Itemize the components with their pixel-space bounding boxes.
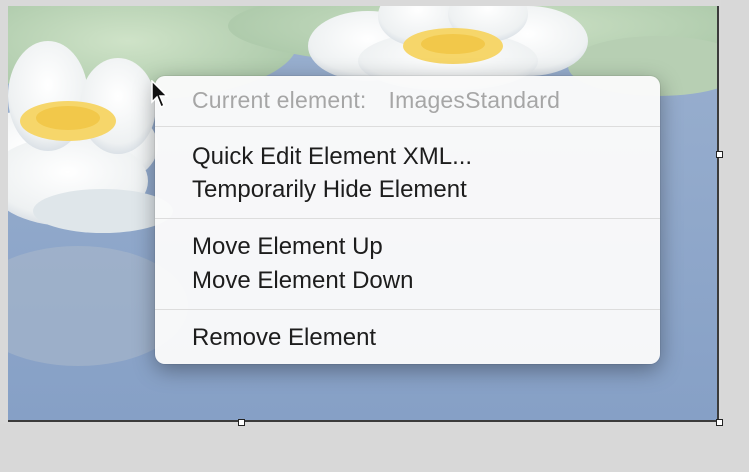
menu-item-move-up[interactable]: Move Element Up bbox=[155, 230, 660, 264]
resize-handle-bottom[interactable] bbox=[238, 419, 245, 426]
current-element-label: Current element: bbox=[192, 87, 367, 113]
resize-handle-bottom-right[interactable] bbox=[716, 419, 723, 426]
menu-item-quick-edit-xml[interactable]: Quick Edit Element XML... bbox=[155, 140, 660, 174]
menu-separator bbox=[155, 309, 660, 310]
resize-handle-right[interactable] bbox=[716, 151, 723, 158]
menu-item-move-down[interactable]: Move Element Down bbox=[155, 264, 660, 298]
menu-item-temporarily-hide[interactable]: Temporarily Hide Element bbox=[155, 173, 660, 207]
context-menu: Current element: ImagesStandard Quick Edi… bbox=[155, 76, 660, 364]
menu-separator bbox=[155, 218, 660, 219]
mouse-pointer-icon bbox=[150, 79, 170, 115]
menu-separator bbox=[155, 126, 660, 127]
menu-item-remove-element[interactable]: Remove Element bbox=[155, 321, 660, 355]
current-element-value: ImagesStandard bbox=[388, 87, 561, 113]
canvas-margin-bottom bbox=[0, 424, 749, 472]
canvas-margin-right bbox=[721, 0, 749, 472]
menu-header: Current element: ImagesStandard bbox=[192, 86, 560, 114]
